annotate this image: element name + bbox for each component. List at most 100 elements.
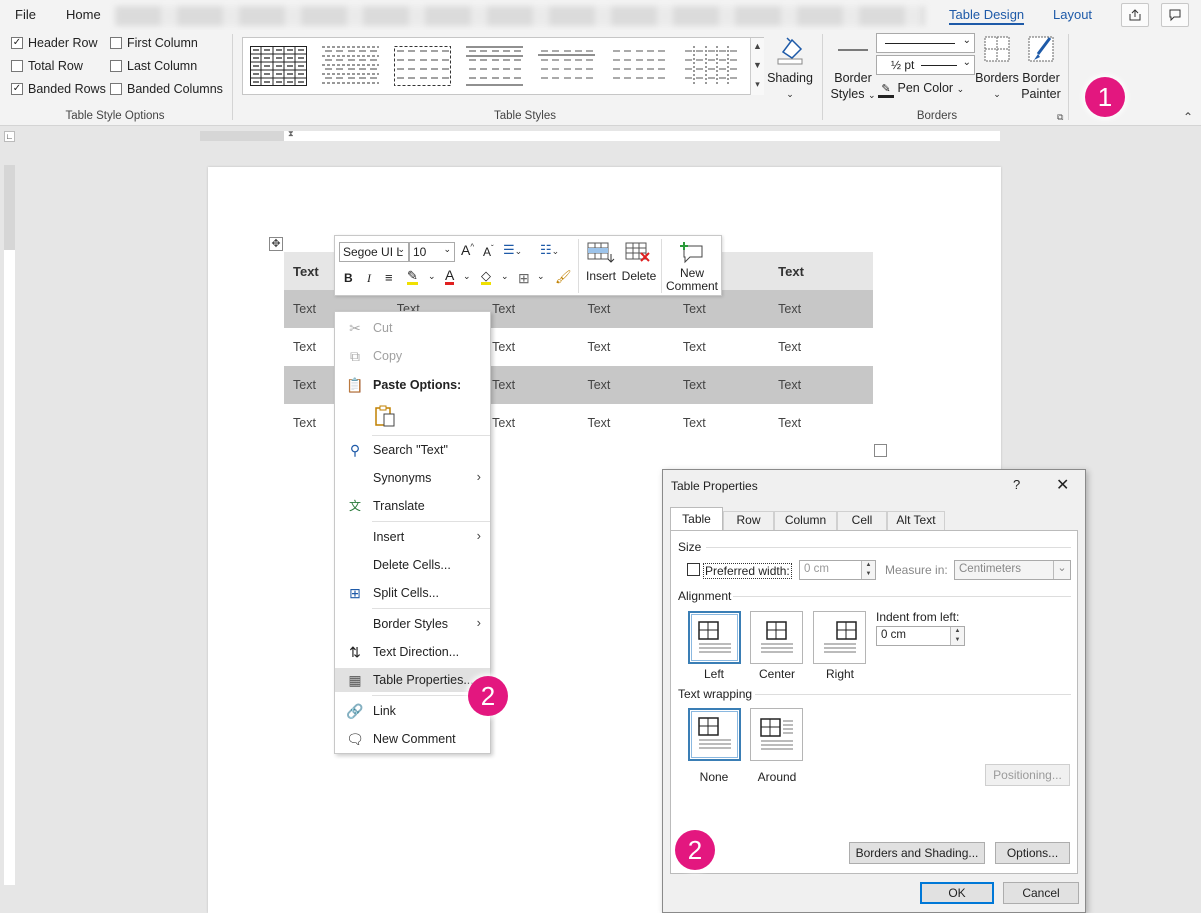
- menu-item-border-styles[interactable]: Border Styles ›: [335, 612, 490, 636]
- horizontal-ruler[interactable]: ⧗: [200, 129, 1000, 141]
- checkbox-box[interactable]: [110, 37, 122, 49]
- tab-alt-text[interactable]: Alt Text: [887, 511, 945, 530]
- delete-button[interactable]: Delete: [619, 240, 659, 283]
- table-cell[interactable]: Text: [483, 366, 579, 404]
- table-cell[interactable]: Text: [578, 328, 673, 366]
- gallery-scroll-down-icon[interactable]: ▼: [750, 57, 764, 76]
- grow-font-icon[interactable]: A^: [461, 242, 474, 258]
- table-cell[interactable]: Text: [674, 328, 769, 366]
- table-cell[interactable]: Text: [769, 328, 873, 366]
- numbering-icon[interactable]: ☷⌄: [540, 242, 559, 258]
- table-move-handle-icon[interactable]: ✥: [269, 237, 283, 251]
- align-center-icon[interactable]: ≡: [385, 270, 393, 285]
- table-style-thumb[interactable]: [394, 46, 451, 86]
- menu-item-copy[interactable]: ⧉ Copy: [335, 344, 490, 368]
- table-style-thumb[interactable]: [610, 46, 667, 86]
- tab-selector-icon[interactable]: ∟: [4, 131, 15, 142]
- share-icon[interactable]: [1121, 3, 1149, 27]
- font-color-icon[interactable]: A: [445, 268, 455, 285]
- table-resize-handle[interactable]: [874, 444, 887, 457]
- table-cell[interactable]: Text: [769, 290, 873, 328]
- options-button[interactable]: Options...: [995, 842, 1070, 864]
- indent-marker-icon[interactable]: ⧗: [288, 129, 294, 139]
- table-cell[interactable]: Text: [483, 404, 578, 442]
- tab-file[interactable]: File: [15, 7, 36, 22]
- table-cell[interactable]: Text: [769, 366, 873, 404]
- borders-and-shading-button[interactable]: Borders and Shading...: [849, 842, 985, 864]
- font-size-combo[interactable]: 10 ⌄: [409, 242, 455, 262]
- close-icon[interactable]: ✕: [1056, 475, 1069, 495]
- banded-rows-checkbox[interactable]: ✓ Banded Rows: [11, 82, 106, 96]
- spin-arrows-icon[interactable]: ▲ ▼: [861, 561, 875, 579]
- cancel-button[interactable]: Cancel: [1003, 882, 1079, 904]
- format-painter-icon[interactable]: 🖌: [555, 269, 572, 285]
- table-style-thumb[interactable]: [538, 46, 595, 86]
- menu-item-text-direction[interactable]: ⇅ Text Direction...: [335, 640, 490, 664]
- chevron-down-icon[interactable]: ⌄: [501, 271, 509, 282]
- align-left-option[interactable]: [688, 611, 741, 664]
- shading-icon[interactable]: ◇: [481, 269, 491, 285]
- menu-item-synonyms[interactable]: Synonyms ›: [335, 466, 490, 490]
- collapse-ribbon-icon[interactable]: ⌃: [1183, 110, 1193, 124]
- border-styles-button[interactable]: Border Styles ⌄: [829, 34, 877, 103]
- table-styles-gallery[interactable]: ▲ ▼ ▾: [242, 37, 764, 95]
- border-painter-button[interactable]: Border Painter: [1019, 34, 1063, 102]
- tab-table-design[interactable]: Table Design: [949, 7, 1025, 25]
- bullets-icon[interactable]: ☰⌄: [503, 242, 522, 258]
- preferred-width-input[interactable]: 0 cm ▲ ▼: [799, 560, 876, 580]
- bold-icon[interactable]: B: [344, 271, 353, 285]
- table-cell[interactable]: Text: [673, 366, 770, 404]
- chevron-down-icon[interactable]: ⌄: [537, 271, 545, 282]
- table-cell[interactable]: Text: [578, 404, 673, 442]
- tab-column[interactable]: Column: [774, 511, 837, 530]
- menu-item-cut[interactable]: ✂ Cut: [335, 316, 490, 340]
- align-right-option[interactable]: [813, 611, 866, 664]
- table-cell[interactable]: Text: [578, 366, 674, 404]
- gallery-scroll-up-icon[interactable]: ▲: [750, 38, 764, 57]
- align-center-option[interactable]: [750, 611, 803, 664]
- wrap-around-option[interactable]: [750, 708, 803, 761]
- checkbox-box[interactable]: [110, 60, 122, 72]
- spin-arrows-icon[interactable]: ▲ ▼: [950, 627, 964, 645]
- menu-item-search[interactable]: ⚲ Search "Text": [335, 438, 490, 462]
- shrink-font-icon[interactable]: Aˇ: [483, 244, 494, 259]
- line-weight-combo[interactable]: ½ pt ⌄: [876, 55, 975, 75]
- checkbox-box[interactable]: ✓: [11, 37, 23, 49]
- vertical-ruler[interactable]: [4, 165, 15, 885]
- table-cell[interactable]: Text: [674, 404, 769, 442]
- paste-keep-formatting-icon[interactable]: [373, 404, 397, 428]
- table-style-thumb[interactable]: [322, 46, 379, 86]
- menu-item-delete-cells[interactable]: Delete Cells...: [335, 553, 490, 577]
- menu-item-insert[interactable]: Insert ›: [335, 525, 490, 549]
- tab-row[interactable]: Row: [723, 511, 774, 530]
- tab-layout[interactable]: Layout: [1053, 7, 1092, 22]
- chevron-down-icon[interactable]: ⌄: [463, 271, 471, 282]
- menu-item-translate[interactable]: 文 Translate: [335, 494, 490, 518]
- table-style-thumb[interactable]: [682, 46, 739, 86]
- measure-in-select[interactable]: Centimeters ⌄: [954, 560, 1071, 580]
- pen-color-button[interactable]: ✎ Pen Color ⌄: [878, 80, 968, 98]
- last-column-checkbox[interactable]: Last Column: [110, 59, 197, 73]
- table-style-thumb[interactable]: [250, 46, 307, 86]
- total-row-checkbox[interactable]: Total Row: [11, 59, 83, 73]
- font-name-combo[interactable]: Segoe UI L ⌄: [339, 242, 409, 262]
- indent-from-left-input[interactable]: 0 cm ▲ ▼: [876, 626, 965, 646]
- borders-button[interactable]: Borders ⌄: [975, 34, 1019, 102]
- gallery-more-icon[interactable]: ▾: [750, 76, 764, 95]
- borders-icon[interactable]: ⊞: [518, 270, 530, 287]
- line-style-combo[interactable]: ⌄: [876, 33, 975, 53]
- checkbox-box[interactable]: [110, 83, 122, 95]
- new-comment-button[interactable]: New Comment: [662, 240, 722, 293]
- table-cell[interactable]: Text: [483, 328, 578, 366]
- header-row-checkbox[interactable]: ✓ Header Row: [11, 36, 97, 50]
- help-icon[interactable]: ?: [1013, 477, 1020, 492]
- menu-item-table-properties[interactable]: ▦ Table Properties...: [335, 668, 490, 692]
- wrap-none-option[interactable]: [688, 708, 741, 761]
- menu-item-new-comment[interactable]: 🗨 New Comment: [335, 727, 490, 751]
- shading-button[interactable]: Shading ⌄: [766, 34, 814, 102]
- table-cell[interactable]: Text: [769, 404, 873, 442]
- menu-item-split-cells[interactable]: ⊞ Split Cells...: [335, 581, 490, 605]
- chevron-down-icon[interactable]: ⌄: [428, 271, 436, 282]
- table-cell[interactable]: Text: [769, 252, 873, 290]
- highlight-icon[interactable]: ✎: [407, 269, 418, 285]
